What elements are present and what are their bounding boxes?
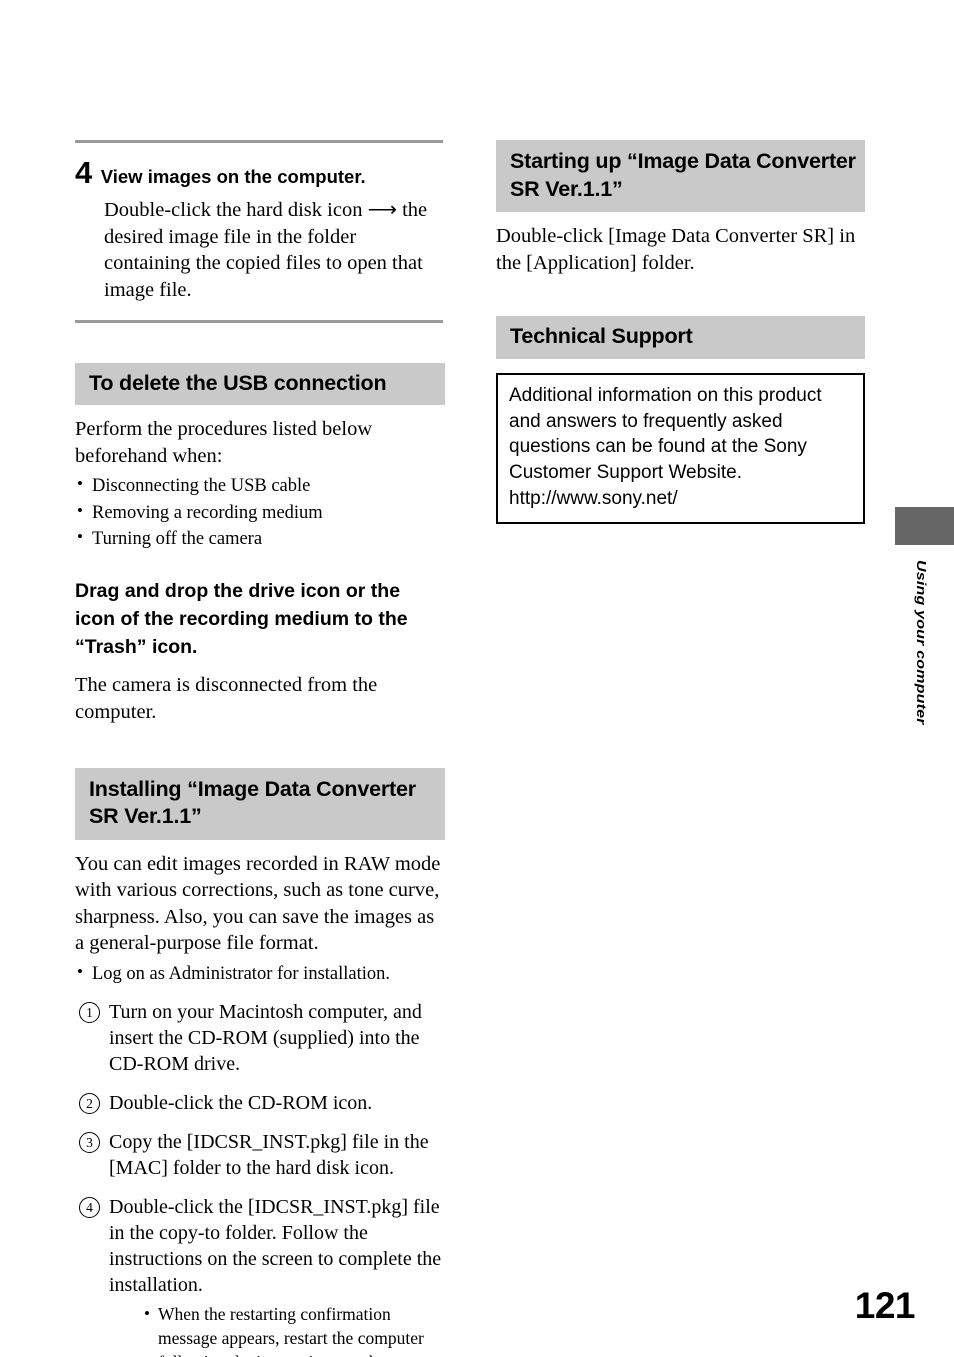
step-text-4: Double-click the [IDCSR_INST.pkg] file i… xyxy=(109,1196,442,1297)
startup-section-heading: Starting up “Image Data Converter SR Ver… xyxy=(496,140,865,213)
manual-page: 4 View images on the computer. Double-cl… xyxy=(0,0,954,1357)
install-steps-list: 1 Turn on your Macintosh computer, and i… xyxy=(75,999,445,1357)
step-body-text: Double-click the hard disk icon ⟶ the de… xyxy=(104,199,428,301)
install-section-heading: Installing “Image Data Converter SR Ver.… xyxy=(75,767,445,840)
side-tab-label: Using your computer xyxy=(913,560,928,725)
install-intro-text: You can edit images recorded in RAW mode… xyxy=(75,852,441,955)
usb-section-heading: To delete the USB connection xyxy=(75,362,445,406)
install-heading-line-1: Installing “Image Data Converter xyxy=(89,776,416,801)
install-step4-subnotes: When the restarting confirmation message… xyxy=(142,1302,445,1357)
page-number: 121 xyxy=(854,1285,916,1326)
step-heading: 4 View images on the computer. xyxy=(75,157,445,188)
step-number: 4 xyxy=(75,155,92,190)
step-marker-4: 4 xyxy=(79,1197,100,1219)
left-column: 4 View images on the computer. Double-cl… xyxy=(75,140,445,1357)
step-bottom-rule xyxy=(75,319,443,323)
list-item: Disconnecting the USB cable xyxy=(75,472,445,499)
list-item: 3 Copy the [IDCSR_INST.pkg] file in the … xyxy=(75,1129,445,1181)
list-item: Log on as Administrator for installation… xyxy=(75,960,445,987)
list-item: Turning off the camera xyxy=(75,525,445,552)
support-section-heading: Technical Support xyxy=(496,316,865,359)
step-text-3: Copy the [IDCSR_INST.pkg] file in the [M… xyxy=(109,1131,429,1180)
support-info-box: Additional information on this product a… xyxy=(496,372,865,524)
step-text-1: Turn on your Macintosh computer, and ins… xyxy=(109,1001,422,1076)
install-heading-line-2: SR Ver.1.1” xyxy=(89,804,202,829)
step-marker-1: 1 xyxy=(79,1002,100,1024)
startup-heading-line-2: SR Ver.1.1” xyxy=(510,176,623,201)
usb-precondition-list: Disconnecting the USB cable Removing a r… xyxy=(75,472,445,552)
side-tab-marker xyxy=(895,507,954,545)
usb-section-intro: Perform the procedures listed below befo… xyxy=(75,418,373,467)
install-prerequisite-list: Log on as Administrator for installation… xyxy=(75,960,445,987)
list-item: When the restarting confirmation message… xyxy=(142,1302,445,1357)
support-box-text: Additional information on this product a… xyxy=(509,384,822,484)
step-marker-3: 3 xyxy=(79,1132,100,1154)
step-text-2: Double-click the CD-ROM icon. xyxy=(109,1092,373,1115)
list-item: 1 Turn on your Macintosh computer, and i… xyxy=(75,999,445,1077)
usb-bold-instruction: Drag and drop the drive icon or the icon… xyxy=(75,580,408,658)
step-marker-2: 2 xyxy=(79,1093,100,1115)
step-top-rule xyxy=(75,140,443,143)
usb-result-text: The camera is disconnected from the comp… xyxy=(75,674,378,723)
support-website-url[interactable]: http://www.sony.net/ xyxy=(509,486,852,512)
right-column: Starting up “Image Data Converter SR Ver… xyxy=(496,140,865,524)
list-item: 4 Double-click the [IDCSR_INST.pkg] file… xyxy=(75,1194,445,1357)
startup-heading-line-1: Starting up “Image Data Converter xyxy=(510,149,856,173)
startup-body-text: Double-click [Image Data Converter SR] i… xyxy=(496,225,856,274)
list-item: Removing a recording medium xyxy=(75,499,445,526)
step-title: View images on the computer. xyxy=(100,166,366,187)
list-item: 2 Double-click the CD-ROM icon. xyxy=(75,1090,445,1116)
